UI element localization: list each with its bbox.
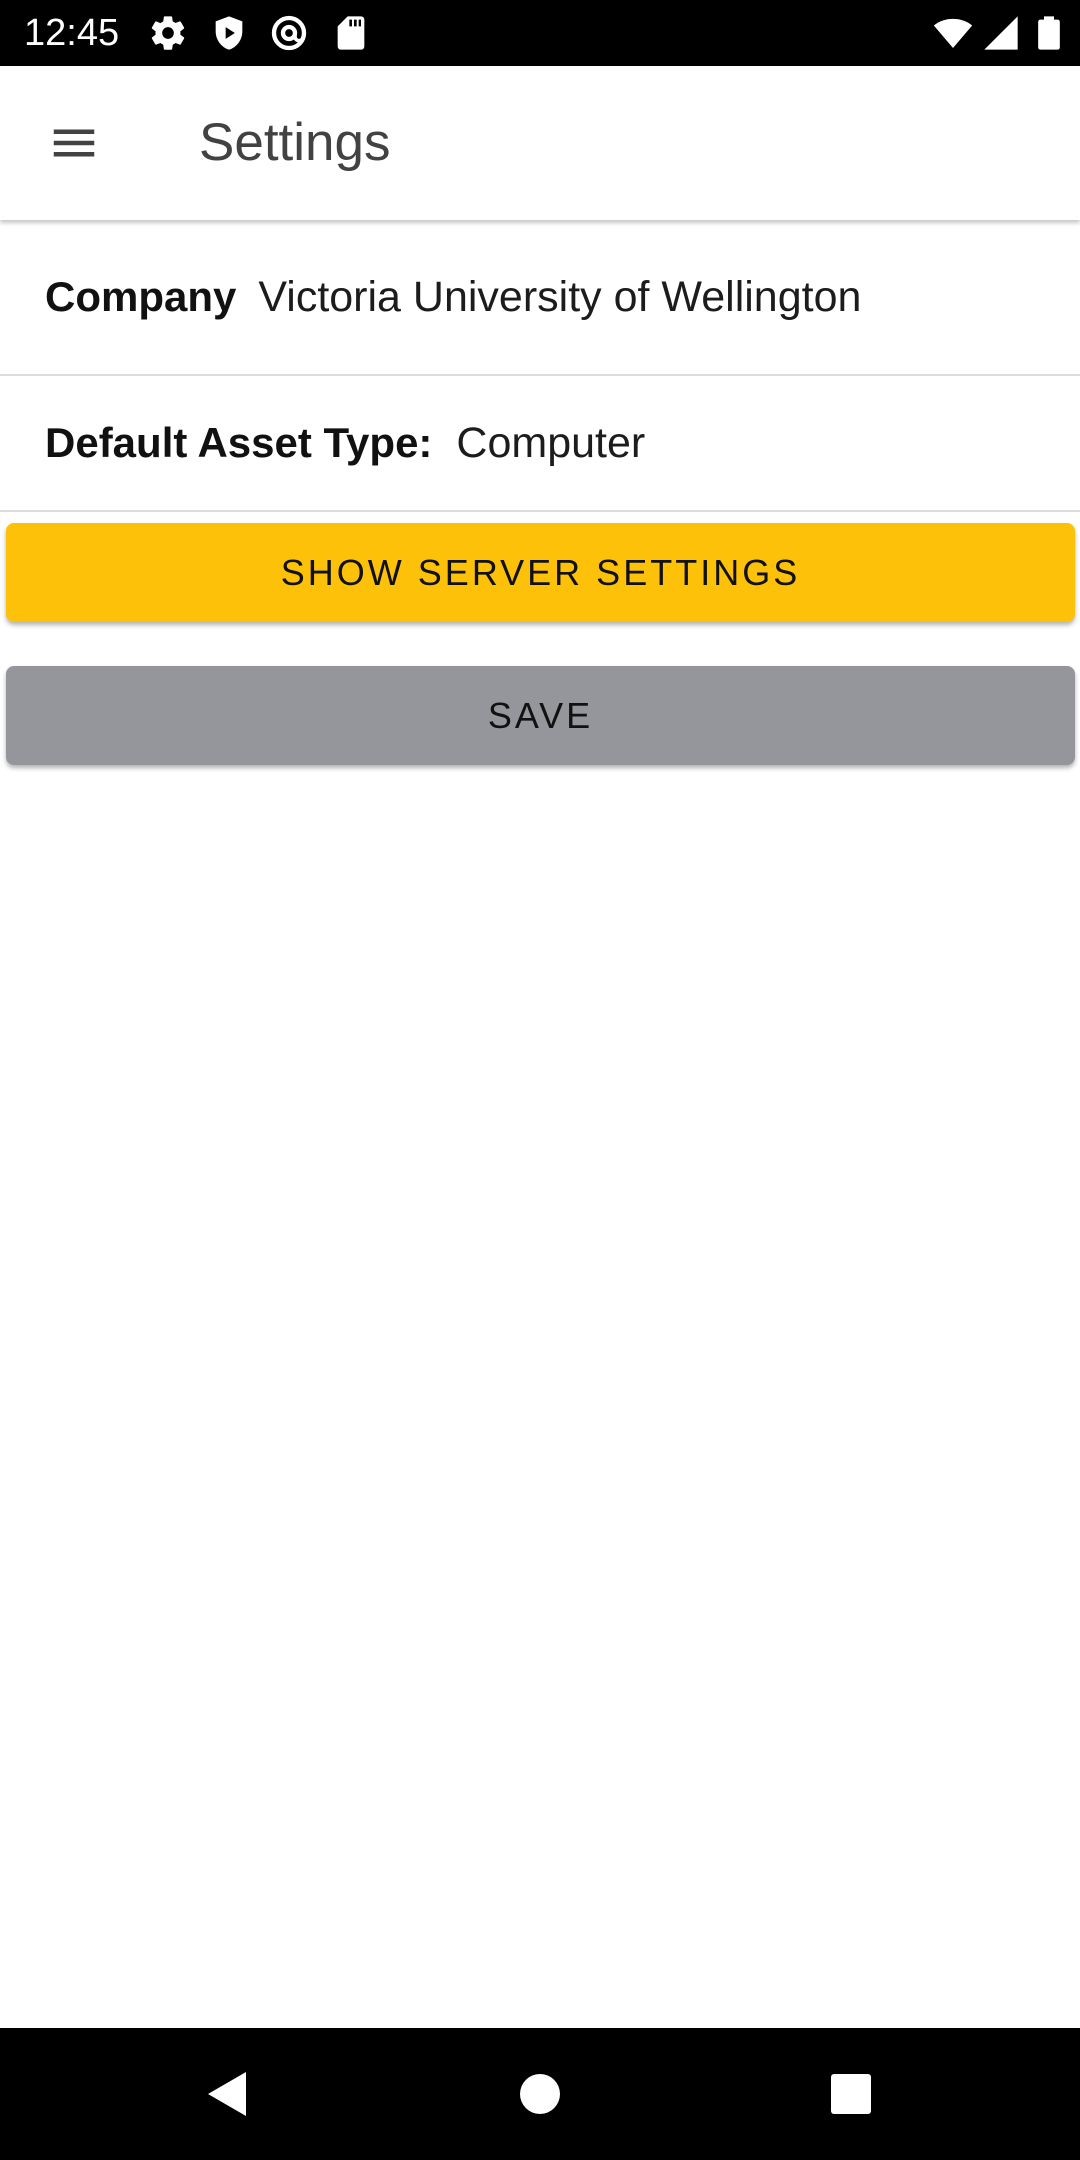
battery-icon <box>1029 13 1069 53</box>
status-bar: 12:45 <box>0 0 1080 66</box>
home-icon <box>520 2074 560 2114</box>
menu-button[interactable] <box>42 111 106 175</box>
recents-button[interactable] <box>811 2054 891 2134</box>
wifi-icon <box>933 13 973 53</box>
company-value[interactable]: Victoria University of Wellington <box>258 273 861 322</box>
menu-icon <box>53 129 95 157</box>
signal-icon <box>981 13 1021 53</box>
at-sign-icon <box>269 13 309 53</box>
asset-type-label: Default Asset Type: <box>45 419 433 466</box>
company-row: Company Victoria University of Wellingto… <box>0 220 1080 376</box>
company-label: Company <box>45 273 237 320</box>
settings-icon <box>148 13 188 53</box>
back-icon <box>208 2072 246 2116</box>
asset-type-row: Default Asset Type: Computer <box>0 376 1080 512</box>
save-button[interactable]: SAVE <box>6 666 1075 765</box>
home-button[interactable] <box>500 2054 580 2134</box>
back-button[interactable] <box>186 2054 266 2134</box>
recents-icon <box>831 2074 871 2114</box>
screen: 12:45 Settings Company Victoria Universi… <box>0 0 1080 2160</box>
sd-card-icon <box>331 13 371 53</box>
show-server-settings-button[interactable]: SHOW SERVER SETTINGS <box>6 523 1075 622</box>
status-time: 12:45 <box>24 12 120 54</box>
navigation-bar <box>0 2028 1080 2160</box>
asset-type-value[interactable]: Computer <box>456 419 645 468</box>
shield-icon <box>209 13 249 53</box>
app-bar: Settings <box>0 66 1080 220</box>
page-title: Settings <box>199 113 391 172</box>
